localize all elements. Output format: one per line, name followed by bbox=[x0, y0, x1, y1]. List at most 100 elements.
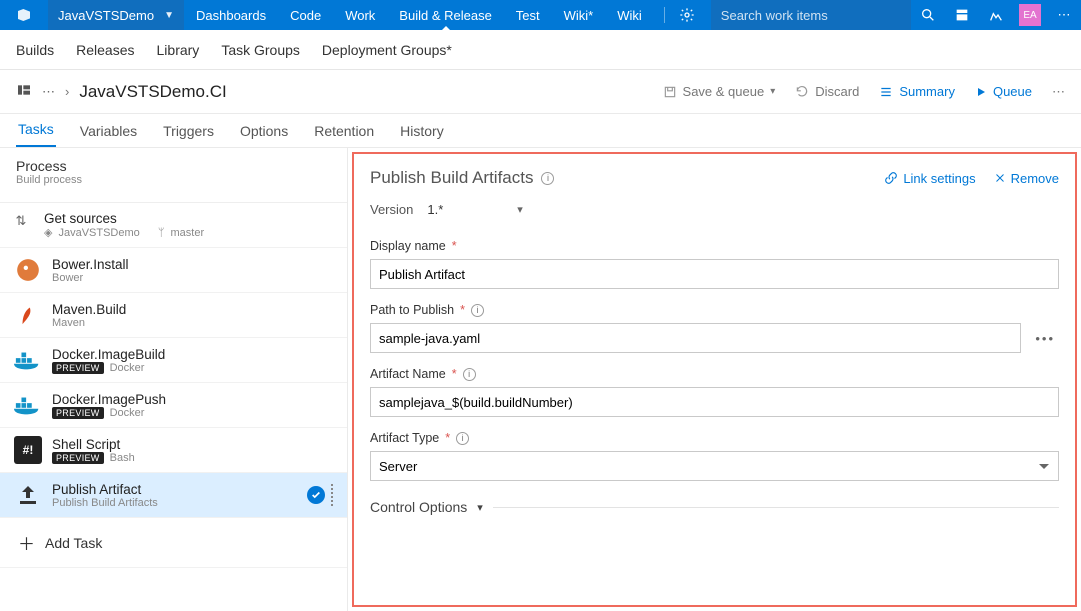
field-artifact-type: Artifact Type*i Server bbox=[370, 431, 1059, 481]
marketplace-icon[interactable] bbox=[945, 0, 979, 30]
info-icon[interactable]: i bbox=[541, 172, 554, 185]
vsts-logo[interactable] bbox=[0, 0, 48, 30]
repo-icon: ◈ bbox=[44, 226, 52, 239]
search-box[interactable] bbox=[711, 0, 911, 30]
editor-tabs: Tasks Variables Triggers Options Retenti… bbox=[0, 114, 1081, 148]
search-icon[interactable] bbox=[911, 0, 945, 30]
task-detail-panel: Publish Build Artifacts i Link settings … bbox=[352, 152, 1077, 607]
definition-type-icon bbox=[16, 82, 32, 101]
process-header[interactable]: Process Build process bbox=[0, 158, 347, 192]
branch-name: master bbox=[171, 227, 205, 239]
remove-button[interactable]: Remove bbox=[994, 171, 1059, 186]
task-name: Docker.ImagePush bbox=[52, 392, 166, 407]
process-subtitle: Build process bbox=[16, 174, 331, 186]
tab-triggers[interactable]: Triggers bbox=[161, 115, 216, 147]
tab-variables[interactable]: Variables bbox=[78, 115, 139, 147]
global-header: JavaVSTSDemo ▼ Dashboards Code Work Buil… bbox=[0, 0, 1081, 30]
version-label: Version bbox=[370, 202, 413, 217]
display-name-input[interactable] bbox=[370, 259, 1059, 289]
breadcrumb-more-icon[interactable]: ⋯ bbox=[42, 84, 55, 100]
publish-artifact-icon bbox=[14, 481, 42, 509]
chevron-down-icon[interactable]: ▾ bbox=[517, 203, 523, 216]
subnav-deploymentgroups[interactable]: Deployment Groups* bbox=[322, 42, 452, 58]
task-meta: Maven bbox=[52, 317, 85, 329]
chevron-down-icon: ▾ bbox=[770, 86, 775, 97]
control-options-toggle[interactable]: Control Options ▾ bbox=[370, 499, 1059, 515]
task-meta: Bash bbox=[110, 452, 135, 464]
discard-button[interactable]: Discard bbox=[795, 84, 859, 99]
browse-button[interactable]: ••• bbox=[1031, 331, 1059, 346]
nav-divider bbox=[664, 7, 665, 23]
get-sources-row[interactable]: ⇅ Get sources ◈ JavaVSTSDemo ᛘ master bbox=[0, 203, 347, 248]
info-icon[interactable]: i bbox=[456, 432, 469, 445]
nav-build-release[interactable]: Build & Release bbox=[387, 0, 504, 30]
definition-titlebar: ⋯ › JavaVSTSDemo.CI Save & queue ▾ Disca… bbox=[0, 70, 1081, 114]
task-meta: Bower bbox=[52, 272, 83, 284]
version-value: 1.* bbox=[427, 202, 443, 217]
chevron-down-icon: ▾ bbox=[477, 501, 483, 514]
nav-test[interactable]: Test bbox=[504, 0, 552, 30]
subnav-library[interactable]: Library bbox=[157, 42, 200, 58]
project-picker[interactable]: JavaVSTSDemo ▼ bbox=[48, 0, 184, 30]
add-task-label: Add Task bbox=[45, 535, 102, 551]
preview-badge: PREVIEW bbox=[52, 362, 104, 374]
task-row[interactable]: Maven.Build Maven bbox=[0, 293, 347, 338]
task-row[interactable]: Docker.ImagePush PREVIEWDocker bbox=[0, 383, 347, 428]
subnav-builds[interactable]: Builds bbox=[16, 42, 54, 58]
summary-button[interactable]: Summary bbox=[879, 84, 955, 99]
search-input[interactable] bbox=[721, 8, 901, 23]
user-avatar[interactable]: EA bbox=[1013, 0, 1047, 30]
maven-icon bbox=[14, 301, 42, 329]
bower-icon bbox=[14, 256, 42, 284]
add-task-button[interactable]: ＋ Add Task bbox=[0, 518, 347, 568]
field-display-name: Display name* bbox=[370, 239, 1059, 289]
top-nav: Dashboards Code Work Build & Release Tes… bbox=[184, 0, 654, 30]
info-icon[interactable]: i bbox=[471, 304, 484, 317]
task-row[interactable]: Docker.ImageBuild PREVIEWDocker bbox=[0, 338, 347, 383]
artifact-name-input[interactable] bbox=[370, 387, 1059, 417]
drag-handle-icon[interactable] bbox=[331, 484, 333, 506]
notify-icon[interactable] bbox=[979, 0, 1013, 30]
subnav-releases[interactable]: Releases bbox=[76, 42, 134, 58]
detail-title: Publish Build Artifacts bbox=[370, 168, 533, 188]
nav-wiki[interactable]: Wiki bbox=[605, 0, 654, 30]
task-row[interactable]: #! Shell Script PREVIEWBash bbox=[0, 428, 347, 473]
nav-wiki-star[interactable]: Wiki* bbox=[552, 0, 606, 30]
divider bbox=[493, 507, 1059, 508]
task-list: ⇅ Get sources ◈ JavaVSTSDemo ᛘ master bbox=[0, 202, 347, 568]
nav-code[interactable]: Code bbox=[278, 0, 333, 30]
save-queue-button[interactable]: Save & queue ▾ bbox=[663, 84, 776, 99]
task-name: Maven.Build bbox=[52, 302, 126, 317]
subnav-taskgroups[interactable]: Task Groups bbox=[221, 42, 300, 58]
plus-icon: ＋ bbox=[18, 530, 35, 555]
project-name: JavaVSTSDemo bbox=[58, 8, 154, 23]
path-input[interactable] bbox=[370, 323, 1021, 353]
hub-subnav: Builds Releases Library Task Groups Depl… bbox=[0, 30, 1081, 70]
task-sidebar: Process Build process ⇅ Get sources ◈ Ja… bbox=[0, 148, 348, 611]
task-row[interactable]: Bower.Install Bower bbox=[0, 248, 347, 293]
tab-history[interactable]: History bbox=[398, 115, 446, 147]
bash-icon: #! bbox=[14, 436, 42, 464]
settings-gear-icon[interactable] bbox=[669, 7, 705, 23]
get-sources-icon: ⇅ bbox=[14, 213, 28, 229]
link-settings-button[interactable]: Link settings bbox=[884, 171, 975, 186]
get-sources-label: Get sources bbox=[44, 211, 204, 226]
docker-icon bbox=[14, 391, 42, 419]
nav-work[interactable]: Work bbox=[333, 0, 387, 30]
tab-tasks[interactable]: Tasks bbox=[16, 113, 56, 147]
header-right: EA ⋯ bbox=[911, 0, 1081, 30]
artifact-type-select[interactable]: Server bbox=[370, 451, 1059, 481]
tab-options[interactable]: Options bbox=[238, 115, 290, 147]
toolbar-more-icon[interactable]: ⋯ bbox=[1052, 84, 1065, 100]
field-artifact-name: Artifact Name*i bbox=[370, 367, 1059, 417]
queue-button[interactable]: Queue bbox=[975, 84, 1032, 99]
more-icon[interactable]: ⋯ bbox=[1047, 0, 1081, 30]
preview-badge: PREVIEW bbox=[52, 452, 104, 464]
task-valid-icon bbox=[307, 486, 325, 504]
nav-dashboards[interactable]: Dashboards bbox=[184, 0, 278, 30]
main-split: Process Build process ⇅ Get sources ◈ Ja… bbox=[0, 148, 1081, 611]
tab-retention[interactable]: Retention bbox=[312, 115, 376, 147]
task-row-selected[interactable]: Publish Artifact Publish Build Artifacts bbox=[0, 473, 347, 518]
task-name: Publish Artifact bbox=[52, 482, 158, 497]
info-icon[interactable]: i bbox=[463, 368, 476, 381]
